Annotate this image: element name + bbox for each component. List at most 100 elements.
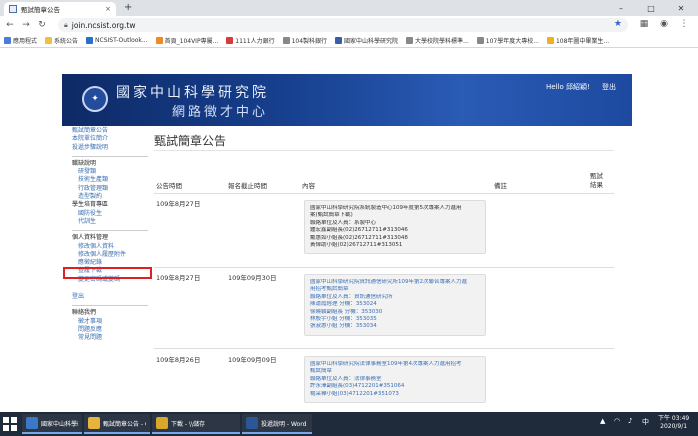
bookmark-star-icon[interactable]: ★ [614,19,622,29]
row-date: 109年8月26日 [156,356,201,364]
bookmark-label: 首頁_104VIP專屬... [164,38,219,45]
announcement-line[interactable]: 陳運霞經理 分機：353024 [310,301,480,308]
bookmark-favicon-icon [86,37,94,44]
taskbar-app[interactable]: 下載 - \\儲存 [152,414,240,434]
bookmark-label: 1111人力銀行 [235,38,275,45]
profile-icon[interactable]: ◉ [656,19,672,29]
minimize-button[interactable]: – [610,0,632,16]
column-header-result-2: 結果 [590,181,603,189]
address-bar[interactable]: 🔒︎ join.ncsist.org.tw ★ [58,18,628,32]
announcement-line[interactable]: 聯絡單位及人員：法律事務室 [310,376,480,383]
row-date: 109年8月27日 [156,274,201,282]
bookmark-label: 系統公告 [54,38,79,45]
windows-start-icon[interactable] [2,416,18,432]
page-favicon-icon [9,5,17,13]
announcement-line[interactable]: 用招考甄試簡章 [310,286,480,293]
taskbar-app-label: 下載 - \\儲存 [171,420,206,428]
column-header-date: 公告時間 [156,182,182,190]
bookmark-favicon-icon [45,37,53,44]
bookmark-favicon-icon [476,37,484,44]
announcement-line[interactable]: 楊采樺小姐(03)4712201#351073 [310,391,480,398]
announcement-line[interactable]: 國家中山科學研究院資訊通信研究所109年第2次聯合專案人力進 [310,279,480,286]
table-row-divider [154,193,614,194]
clock-time: 下午 03:49 [658,415,690,422]
bookmark-item[interactable]: 108年圖中畢業生... [546,36,610,45]
bookmark-item[interactable]: 1111人力銀行 [226,36,275,45]
taskbar-app[interactable]: 投遞說明 - Word ... [242,414,312,434]
lock-icon: 🔒︎ [64,20,68,29]
bookmarks-bar: 應用程式 系統公告 NCSIST-Outlook... 首頁_104VIP專屬... 1… [0,34,698,48]
bookmark-item[interactable]: NCSIST-Outlook... [86,37,148,44]
announcement-box[interactable]: 國家中山科學研究院系統製造中心109年度第5次專案人力進用 案(甄試簡章下載) 聯絡… [304,200,486,255]
bookmark-label: 108年圖中畢業生... [555,38,610,45]
announcement-line[interactable]: 張淑惠小姐 分機：353034 [310,323,480,330]
url-text: join.ncsist.org.tw [71,20,136,30]
taskbar-app-label: 國家中山科學研... [41,420,78,428]
taskbar-app-icon [88,417,100,429]
announcement-table: 公告時間 報名截止時間 內容 備註 甄試 結果 109年8月27日 國家中山科學研… [0,48,698,412]
table-row-divider [154,267,614,268]
row-date: 109年8月27日 [156,200,201,208]
bookmark-label: NCSIST-Outlook... [95,37,148,44]
tray-network-icon[interactable]: ▲ [600,417,605,425]
tray-language[interactable]: 中 [642,417,649,427]
bookmark-item[interactable]: 107學年度大專校... [476,36,539,45]
announcement-line[interactable]: 徐曉穎副組長 分機：353030 [310,309,480,316]
announcement-line: 案(甄試簡章下載) [310,212,353,219]
bookmark-item[interactable]: 應用程式 [4,36,37,45]
announcement-line[interactable]: 許永澤副組長(03)4712201#351064 [310,383,480,390]
taskbar-app[interactable]: 甄試簡章公告 - G... [84,414,150,434]
system-clock[interactable]: 下午 03:49 2020/9/1 [658,415,689,431]
announcement-box[interactable]: 國家中山科學研究院法律事務室109年第4次專案人力進用招考 甄試簡章 聯絡單位及人員… [304,356,486,404]
table-row-divider [154,348,614,349]
announcement-line[interactable]: 國家中山科學研究院法律事務室109年第4次專案人力進用招考 [310,361,480,368]
announcement-line[interactable]: 甄試簡章 [310,368,480,375]
bookmark-favicon-icon [282,37,290,44]
tab-close-icon[interactable]: × [105,5,111,13]
reload-icon[interactable]: ↻ [34,20,50,30]
tray-volume-icon[interactable]: ♪ [628,417,632,425]
tab-title: 甄試簡章公告 [21,6,60,14]
taskbar-app-label: 投遞說明 - Word ... [261,420,308,428]
taskbar-app-icon [156,417,168,429]
bookmark-item[interactable]: 首頁_104VIP專屬... [155,36,219,45]
bookmark-item[interactable]: 系統公告 [45,36,78,45]
tray-wifi-icon[interactable]: ◠ [614,417,620,425]
announcement-line: 國家中山科學研究院系統製造中心109年度第5次專案人力進用 [310,205,462,211]
bookmark-item[interactable]: 大學校院學科標準... [406,36,469,45]
bookmark-label: 大學校院學科標準... [415,38,469,45]
close-window-button[interactable]: ✕ [670,0,692,16]
extension-icon[interactable]: ▦ [636,19,652,29]
browser-tab-strip: 甄試簡章公告 × + – □ ✕ [0,0,698,16]
column-header-content: 內容 [302,182,315,190]
taskbar-app-icon [246,417,258,429]
browser-toolbar: ← → ↻ 🔒︎ join.ncsist.org.tw ★ ▦ ◉ ⋮ [0,16,698,34]
new-tab-button[interactable]: + [124,2,132,14]
menu-icon[interactable]: ⋮ [676,19,692,29]
taskbar-app[interactable]: 國家中山科學研... [22,414,82,434]
column-header-note: 備註 [494,182,507,190]
maximize-button[interactable]: □ [640,0,662,16]
forward-arrow-icon[interactable]: → [18,20,34,30]
bookmark-item[interactable]: 104製科銀行 [282,36,328,45]
bookmark-favicon-icon [406,37,414,44]
bookmark-favicon-icon [226,37,234,44]
bookmark-label: 107學年度大專校... [485,38,539,45]
browser-tab[interactable]: 甄試簡章公告 × [4,2,116,16]
bookmark-label: 應用程式 [13,38,38,45]
back-arrow-icon[interactable]: ← [2,20,18,30]
announcement-line[interactable]: 聯絡單位及人員：資訊通信研究所 [310,294,480,301]
announcement-line[interactable]: 林殷宇小姐 分機：353035 [310,316,480,323]
bookmark-item[interactable]: 國家中山科學研究院 [335,36,398,45]
bookmark-favicon-icon [4,37,11,44]
announcement-line: 戴惠如小姐長(02)26712711#313048 [310,234,408,241]
bookmark-favicon-icon [335,37,343,44]
announcement-line: 鍾宏鑫副組長(02)26712711#313046 [310,227,408,234]
announcement-box[interactable]: 國家中山科學研究院資訊通信研究所109年第2次聯合專案人力進 用招考甄試簡章 聯絡單… [304,274,486,336]
taskbar-app-icon [26,417,38,429]
bookmark-label: 104製科銀行 [291,38,328,45]
row-deadline: 109年09月09日 [228,356,277,364]
announcement-line: 聯絡單位及人員：系製中心 [310,219,377,226]
bookmark-label: 國家中山科學研究院 [344,38,399,45]
clock-date: 2020/9/1 [660,423,688,430]
